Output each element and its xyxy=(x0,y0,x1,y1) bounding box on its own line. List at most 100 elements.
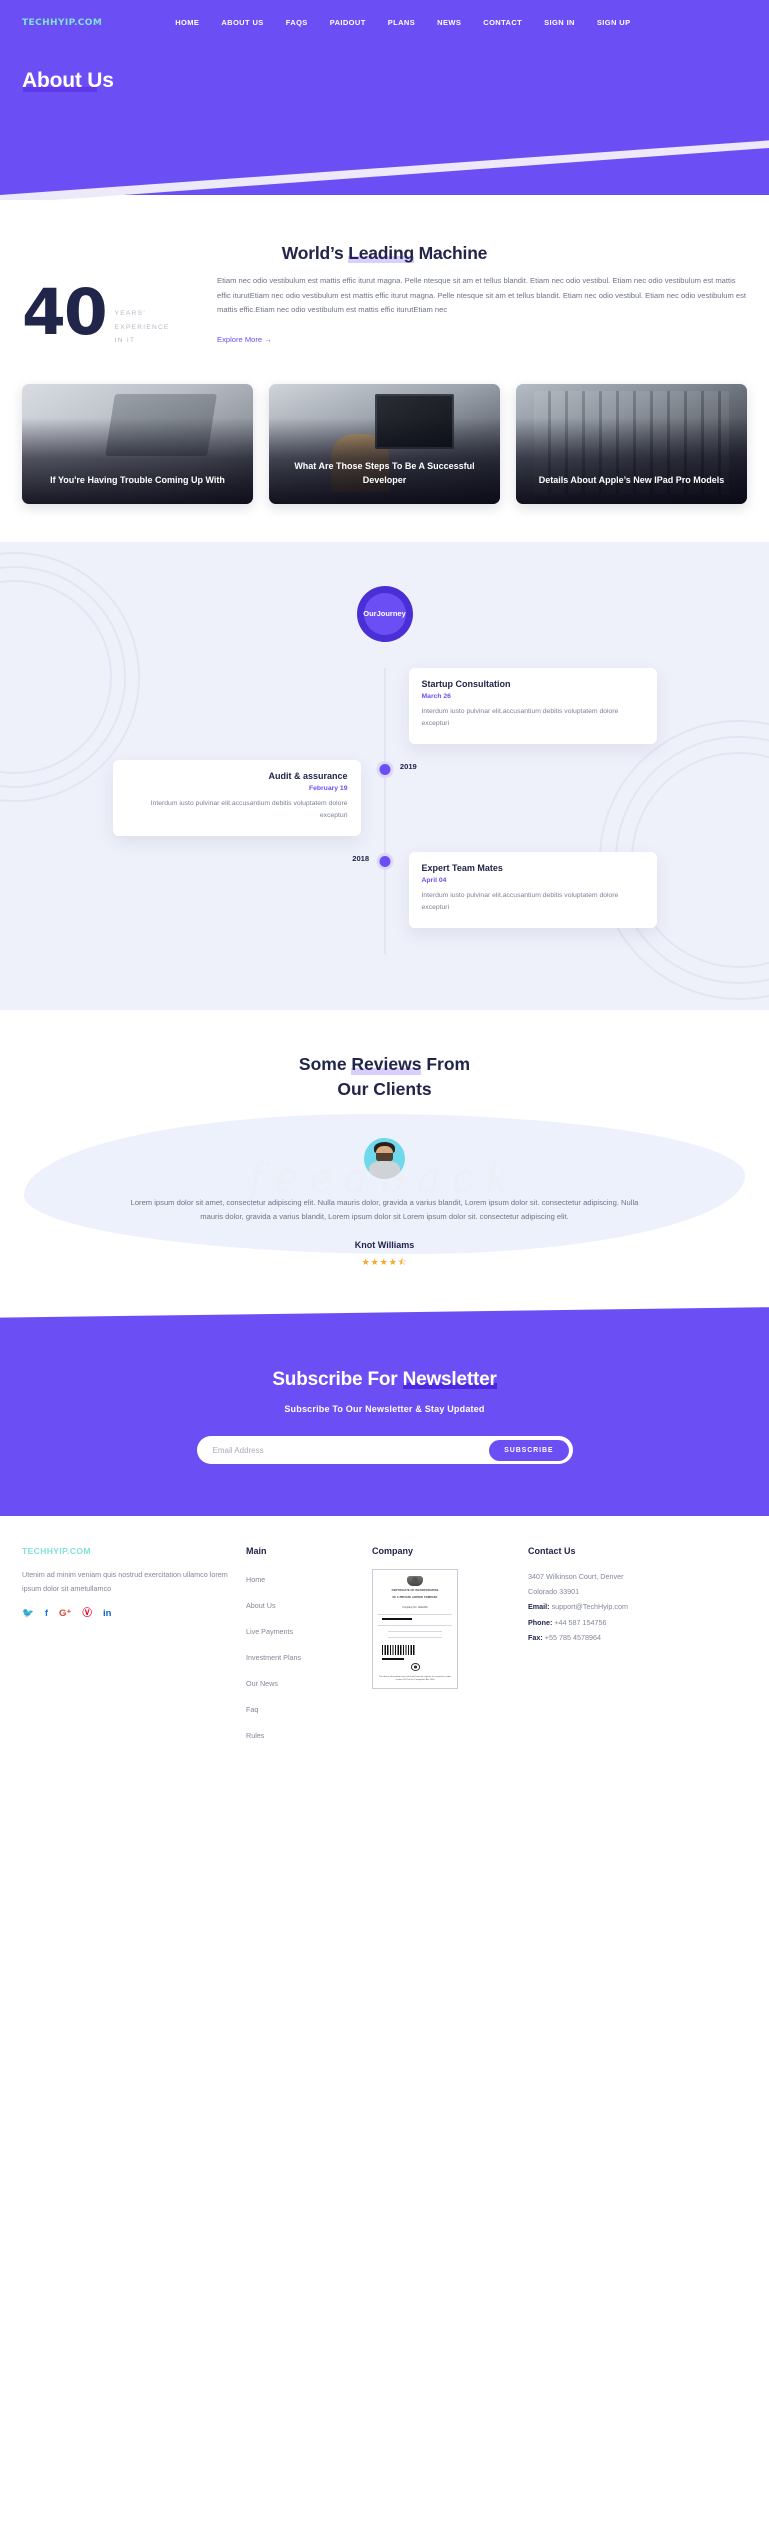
reviews-section: Some Reviews From Our Clients feedback Lo… xyxy=(0,1009,769,1318)
leading-paragraph: Etiam nec odio vestibulum est mattis eff… xyxy=(217,276,747,315)
contact-phone-label: Phone: xyxy=(528,1617,553,1627)
nav-item-about-us[interactable]: ABOUT US xyxy=(210,14,274,31)
royal-crest-icon xyxy=(407,1576,423,1587)
explore-more-link[interactable]: Explore More → xyxy=(217,335,272,344)
timeline-card-text: Interdum iusto pulvinar elit.accusantium… xyxy=(421,707,619,728)
nav-item-faqs[interactable]: FAQS xyxy=(275,14,319,31)
timeline-right-slot: Expert Team Mates April 04 Interdum iust… xyxy=(385,851,769,929)
contact-email-value[interactable]: support@TechHyip.com xyxy=(552,1602,628,1611)
site-logo[interactable]: TechHyip.com xyxy=(22,18,102,28)
footer-description: Utenim ad minim veniam quis nostrud exer… xyxy=(22,1570,228,1594)
stat-label: YEARS’ EXPERIENCE IN IT xyxy=(115,284,170,348)
rating-stars: ★★★★⯪ xyxy=(361,1257,408,1268)
page-root: TechHyip.com HOME ABOUT US FAQS PAIDOUT … xyxy=(0,0,769,1778)
footer-link-faq[interactable]: Faq xyxy=(246,1705,258,1714)
certificate-company-no: Company No. 11111000 xyxy=(402,1605,428,1609)
nav-item-paidout[interactable]: PAIDOUT xyxy=(319,14,377,31)
companies-house-seal-icon xyxy=(410,1663,420,1671)
contact-fax-value: +55 785 4578964 xyxy=(544,1632,601,1642)
newsletter-form: SUBSCRIBE xyxy=(196,1436,573,1465)
timeline-card[interactable]: Expert Team Mates April 04 Interdum iust… xyxy=(408,851,657,929)
journey-badge: Our Journey xyxy=(356,585,413,642)
nav-item-plans[interactable]: PLANS xyxy=(377,14,426,31)
footer-logo[interactable]: TechHyip.com xyxy=(22,1546,230,1556)
nav-item-news[interactable]: NEWS xyxy=(426,14,472,31)
avatar-wrap xyxy=(0,1137,769,1179)
footer-contact-heading: Contact Us xyxy=(528,1546,576,1557)
timeline-card[interactable]: Audit & assurance February 19 Interdum i… xyxy=(112,759,361,837)
article-cards: If You're Having Trouble Coming Up With … xyxy=(0,358,769,542)
certificate-of-incorporation-image[interactable]: CERTIFICATE OF INCORPORATION OF A PRIVAT… xyxy=(372,1569,458,1690)
leading-body: 40 YEARS’ EXPERIENCE IN IT Etiam nec odi… xyxy=(22,270,747,348)
leading-text-block: Etiam nec odio vestibulum est mattis eff… xyxy=(217,270,747,347)
footer-link-rules[interactable]: Rules xyxy=(246,1731,264,1740)
footer-link-investment-plans[interactable]: Investment Plans xyxy=(246,1653,301,1662)
footer-company-column: Company CERTIFICATE OF INCORPORATION OF … xyxy=(372,1546,512,1751)
timeline-card-title: Expert Team Mates xyxy=(421,862,503,873)
subscribe-button[interactable]: SUBSCRIBE xyxy=(489,1439,569,1461)
contact-phone-row: Phone: +44 587 154756 xyxy=(528,1615,708,1630)
newsletter-subtitle: Subscribe To Our Newsletter & Stay Updat… xyxy=(284,1404,485,1415)
timeline-card[interactable]: Startup Consultation March 26 Interdum i… xyxy=(408,667,657,745)
list-item: Home xyxy=(246,1569,356,1587)
timeline-card-date: April 04 xyxy=(421,876,447,884)
timeline: Startup Consultation March 26 Interdum i… xyxy=(0,667,769,954)
footer-link-our-news[interactable]: Our News xyxy=(246,1679,278,1688)
newsletter-outer: Subscribe For Newsletter Subscribe To Ou… xyxy=(0,1307,769,1517)
timeline-year: 2019 xyxy=(399,761,417,771)
nav-item-sign-in[interactable]: SIGN IN xyxy=(533,14,586,31)
review-quote: Lorem ipsum dolor sit amet, consectetur … xyxy=(130,1197,639,1222)
stat-number: 40 xyxy=(22,276,108,349)
email-input[interactable] xyxy=(212,1445,490,1455)
stat-label-line2: EXPERIENCE xyxy=(114,323,170,331)
nav-item-sign-up[interactable]: SIGN UP xyxy=(586,14,642,31)
contact-phone-value[interactable]: +44 587 154756 xyxy=(554,1618,606,1627)
contact-email-label: Email: xyxy=(528,1602,550,1612)
nav-item-contact[interactable]: CONTACT xyxy=(472,14,533,31)
reviewer-name: Knot Williams xyxy=(354,1240,415,1251)
avatar xyxy=(364,1137,405,1179)
footer-main-links: Home About Us Live Payments Investment P… xyxy=(246,1569,356,1743)
hero-title-wrap: About Us xyxy=(0,31,769,93)
timeline-dot xyxy=(379,855,390,867)
footer-brand-column: TechHyip.com Utenim ad minim veniam quis… xyxy=(22,1546,230,1751)
timeline-card-title: Audit & assurance xyxy=(268,770,348,781)
stat-label-line3: IN IT xyxy=(114,337,136,345)
timeline-row: Startup Consultation March 26 Interdum i… xyxy=(0,667,769,760)
contact-fax-row: Fax: +55 785 4578964 xyxy=(528,1630,708,1645)
nav-item-home[interactable]: HOME xyxy=(164,14,210,31)
journey-badge-line2: Journey xyxy=(376,609,406,619)
footer-company-heading: Company xyxy=(372,1546,414,1557)
certificate-title-line1: CERTIFICATE OF INCORPORATION xyxy=(391,1589,439,1593)
timeline-card-title: Startup Consultation xyxy=(421,678,511,689)
timeline-year: 2018 xyxy=(352,853,370,863)
reviews-heading-before: Some xyxy=(298,1053,352,1074)
article-card[interactable]: If You're Having Trouble Coming Up With xyxy=(22,383,253,504)
article-card[interactable]: Details About Apple’s New IPad Pro Model… xyxy=(516,383,747,504)
footer-link-live-payments[interactable]: Live Payments xyxy=(246,1627,293,1636)
leading-heading-highlight: Leading xyxy=(348,243,414,263)
stat-label-line1: YEARS’ xyxy=(114,310,146,317)
contact-address-line2: Colorado 33901 xyxy=(528,1587,580,1597)
leading-heading: World’s Leading Machine xyxy=(22,243,747,264)
article-card[interactable]: What Are Those Steps To Be A Successful … xyxy=(269,383,500,504)
list-item: Investment Plans xyxy=(246,1647,356,1665)
twitter-icon[interactable]: 🐦 xyxy=(22,1609,34,1619)
barcode-icon xyxy=(382,1645,415,1655)
footer-link-home[interactable]: Home xyxy=(246,1575,265,1584)
certificate-footer-note: The above information was extracted from… xyxy=(378,1675,452,1681)
google-plus-icon[interactable]: G⁺ xyxy=(59,1609,71,1619)
timeline-row: 2019 Audit & assurance February 19 Inter… xyxy=(0,759,769,852)
article-card-title: If You're Having Trouble Coming Up With xyxy=(50,474,225,485)
pinterest-icon[interactable]: Ⓥ xyxy=(82,1609,92,1619)
leading-section: World’s Leading Machine 40 YEARS’ EXPERI… xyxy=(0,195,769,358)
footer-link-about-us[interactable]: About Us xyxy=(246,1601,276,1610)
footer-main-heading: Main xyxy=(246,1546,267,1557)
main-navbar: TechHyip.com HOME ABOUT US FAQS PAIDOUT … xyxy=(0,0,769,31)
certificate-title-line2: OF A PRIVATE LIMITED COMPANY xyxy=(392,1596,438,1599)
newsletter-heading-highlight: Newsletter xyxy=(402,1369,497,1391)
reviews-heading: Some Reviews From Our Clients xyxy=(0,1052,769,1102)
footer-main-column: Main Home About Us Live Payments Investm… xyxy=(246,1546,356,1751)
linkedin-icon[interactable]: in xyxy=(103,1609,111,1619)
facebook-icon[interactable]: f xyxy=(45,1609,48,1619)
